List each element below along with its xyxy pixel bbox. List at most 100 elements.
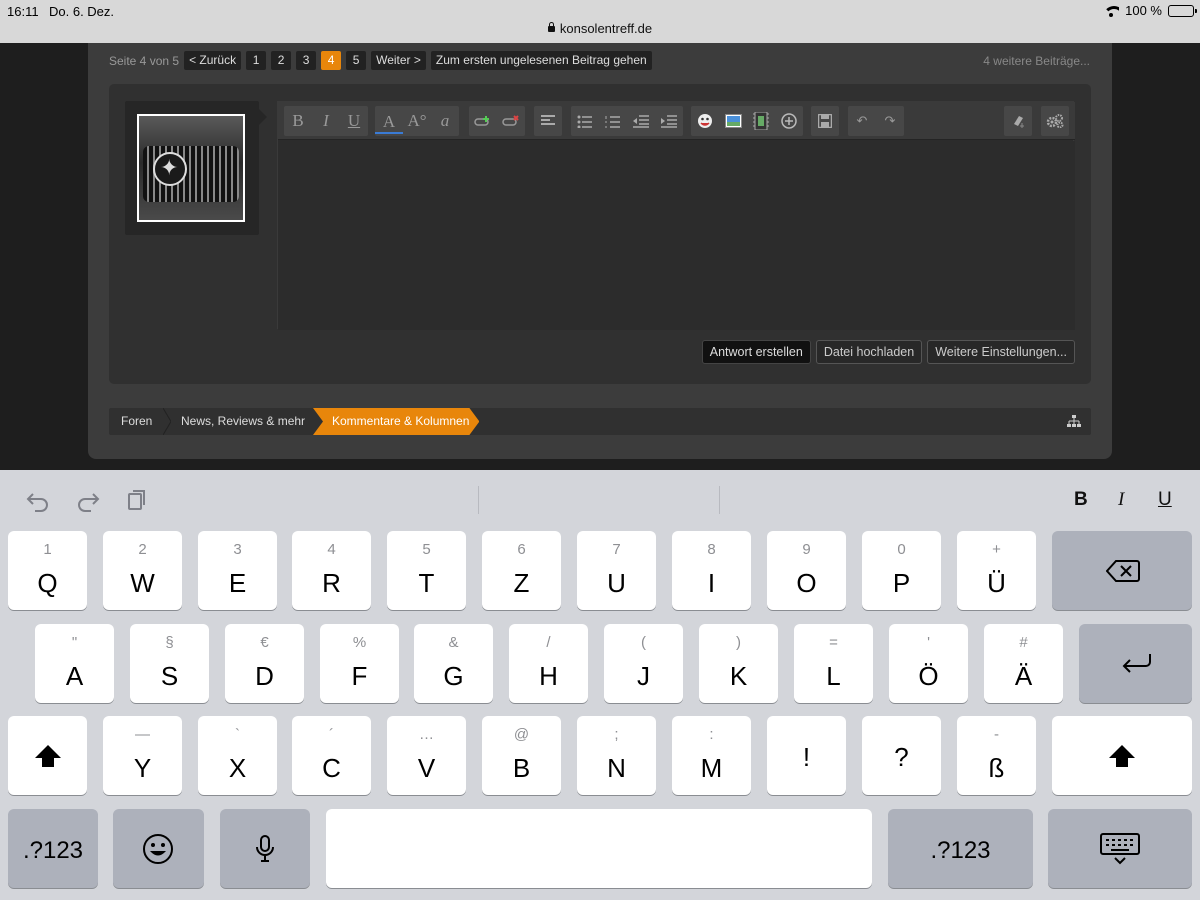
dictation-key[interactable] xyxy=(220,809,310,888)
numbers-key-left[interactable]: .?123 xyxy=(8,809,98,888)
underline-icon[interactable]: U xyxy=(340,106,368,136)
key-d[interactable]: € D xyxy=(225,624,304,703)
key-oe[interactable]: ' Ö xyxy=(889,624,968,703)
hide-keyboard-key[interactable] xyxy=(1048,809,1192,888)
editor-text-area[interactable] xyxy=(278,141,1075,330)
paste-icon[interactable] xyxy=(126,488,152,512)
key-z[interactable]: 6Z xyxy=(482,531,561,610)
key-l[interactable]: = L xyxy=(794,624,873,703)
remove-link-icon[interactable] xyxy=(497,106,525,136)
key-m[interactable]: :M xyxy=(672,716,751,795)
key-k[interactable]: ) K xyxy=(699,624,778,703)
key-t[interactable]: 5T xyxy=(387,531,466,610)
bold-icon[interactable]: B xyxy=(284,106,312,136)
key-x[interactable]: ` X xyxy=(198,716,277,795)
avatar[interactable] xyxy=(137,114,245,222)
delete-key[interactable] xyxy=(1052,531,1192,610)
key-g[interactable]: & G xyxy=(414,624,493,703)
shift-key-left[interactable] xyxy=(8,716,87,795)
page-2-link[interactable]: 2 xyxy=(271,51,292,70)
key-question[interactable]: ? xyxy=(862,716,941,795)
key-v[interactable]: … V xyxy=(387,716,466,795)
battery-percent: 100 % xyxy=(1125,3,1162,18)
font-size-icon[interactable]: A° xyxy=(403,106,431,136)
sitemap-icon[interactable] xyxy=(1067,415,1081,427)
insert-more-icon[interactable] xyxy=(775,106,803,136)
undo-icon[interactable] xyxy=(25,488,51,512)
post-reply-button[interactable]: Antwort erstellen xyxy=(701,340,811,364)
page-4-current[interactable]: 4 xyxy=(321,51,342,70)
key-u[interactable]: 7U xyxy=(577,531,656,610)
key-e[interactable]: 3E xyxy=(198,531,277,610)
address-bar[interactable]: konsolentreff.de xyxy=(0,21,1200,36)
kb-bold-button[interactable]: B xyxy=(1074,489,1088,511)
align-icon[interactable] xyxy=(534,106,562,136)
more-posts-link[interactable]: 4 weitere Beiträge... xyxy=(983,54,1090,68)
key-y[interactable]: — Y xyxy=(103,716,182,795)
page-1-link[interactable]: 1 xyxy=(246,51,267,70)
microphone-icon xyxy=(256,835,274,862)
avatar-frame xyxy=(125,101,259,235)
key-p[interactable]: 0P xyxy=(862,531,941,610)
key-r[interactable]: 4R xyxy=(292,531,371,610)
shift-key-right[interactable] xyxy=(1052,716,1192,795)
breadcrumb-item-current[interactable]: Kommentare & Kolumnen xyxy=(313,408,479,435)
more-options-button[interactable]: Weitere Einstellungen... xyxy=(927,340,1075,364)
status-date: Do. 6. Dez. xyxy=(49,4,115,19)
outdent-icon[interactable] xyxy=(627,106,655,136)
key-w[interactable]: 2W xyxy=(103,531,182,610)
key-i[interactable]: 8I xyxy=(672,531,751,610)
save-draft-icon[interactable] xyxy=(811,106,839,136)
redo-icon[interactable]: ↷ xyxy=(876,106,904,136)
key-n[interactable]: ; N xyxy=(577,716,656,795)
status-time: 16:11 xyxy=(7,4,39,19)
font-family-icon[interactable]: a xyxy=(431,106,459,136)
bullet-list-icon[interactable] xyxy=(571,106,599,136)
key-exclamation[interactable]: ! xyxy=(767,716,846,795)
key-sz[interactable]: -ß xyxy=(957,716,1036,795)
key-c[interactable]: ´ C xyxy=(292,716,371,795)
page-3-link[interactable]: 3 xyxy=(296,51,317,70)
numbers-key-right[interactable]: .?123 xyxy=(888,809,1033,888)
key-s[interactable]: § S xyxy=(130,624,209,703)
key-j[interactable]: (J xyxy=(604,624,683,703)
emoji-key[interactable] xyxy=(113,809,204,888)
breadcrumb-item-news[interactable]: News, Reviews & mehr xyxy=(181,408,305,435)
key-ue[interactable]: + Ü xyxy=(957,531,1036,610)
return-key[interactable] xyxy=(1079,624,1192,703)
page-5-link[interactable]: 5 xyxy=(346,51,367,70)
key-ae[interactable]: # Ä xyxy=(984,624,1063,703)
key-b[interactable]: @ B xyxy=(482,716,561,795)
upload-file-button[interactable]: Datei hochladen xyxy=(815,340,923,364)
font-color-icon[interactable]: A xyxy=(375,112,403,134)
insert-link-icon[interactable] xyxy=(469,106,497,136)
indent-icon[interactable] xyxy=(655,106,683,136)
redo-icon[interactable] xyxy=(75,488,101,512)
first-unread-button[interactable]: Zum ersten ungelesenen Beitrag gehen xyxy=(430,51,652,70)
key-o[interactable]: 9O xyxy=(767,531,846,610)
key-a[interactable]: " A xyxy=(35,624,114,703)
quick-reply: B I U A A° a xyxy=(109,84,1091,384)
numbered-list-icon[interactable] xyxy=(599,106,627,136)
key-h[interactable]: / H xyxy=(509,624,588,703)
kb-italic-button[interactable]: I xyxy=(1118,489,1124,511)
space-bar[interactable] xyxy=(326,809,872,888)
breadcrumb-item-forums[interactable]: Foren xyxy=(121,408,152,435)
url-text: konsolentreff.de xyxy=(559,21,653,36)
lock-icon xyxy=(547,22,555,32)
media-icon[interactable] xyxy=(747,106,775,136)
key-q[interactable]: 1Q xyxy=(8,531,87,610)
breadcrumb-separator-icon xyxy=(163,408,171,435)
smilie-icon[interactable] xyxy=(691,106,719,136)
undo-icon[interactable]: ↶ xyxy=(848,106,876,136)
kb-underline-button[interactable]: U xyxy=(1158,489,1172,511)
italic-icon[interactable]: I xyxy=(312,106,340,136)
image-icon[interactable] xyxy=(719,106,747,136)
mercedes-logo-icon xyxy=(153,152,187,186)
key-f[interactable]: % F xyxy=(320,624,399,703)
prev-page-button[interactable]: < Zurück xyxy=(184,51,242,70)
settings-icon[interactable] xyxy=(1041,106,1069,136)
next-page-button[interactable]: Weiter > xyxy=(371,51,426,70)
remove-formatting-icon[interactable] xyxy=(1004,106,1032,136)
message-editor[interactable]: B I U A A° a ↶ ↷ xyxy=(277,101,1075,330)
